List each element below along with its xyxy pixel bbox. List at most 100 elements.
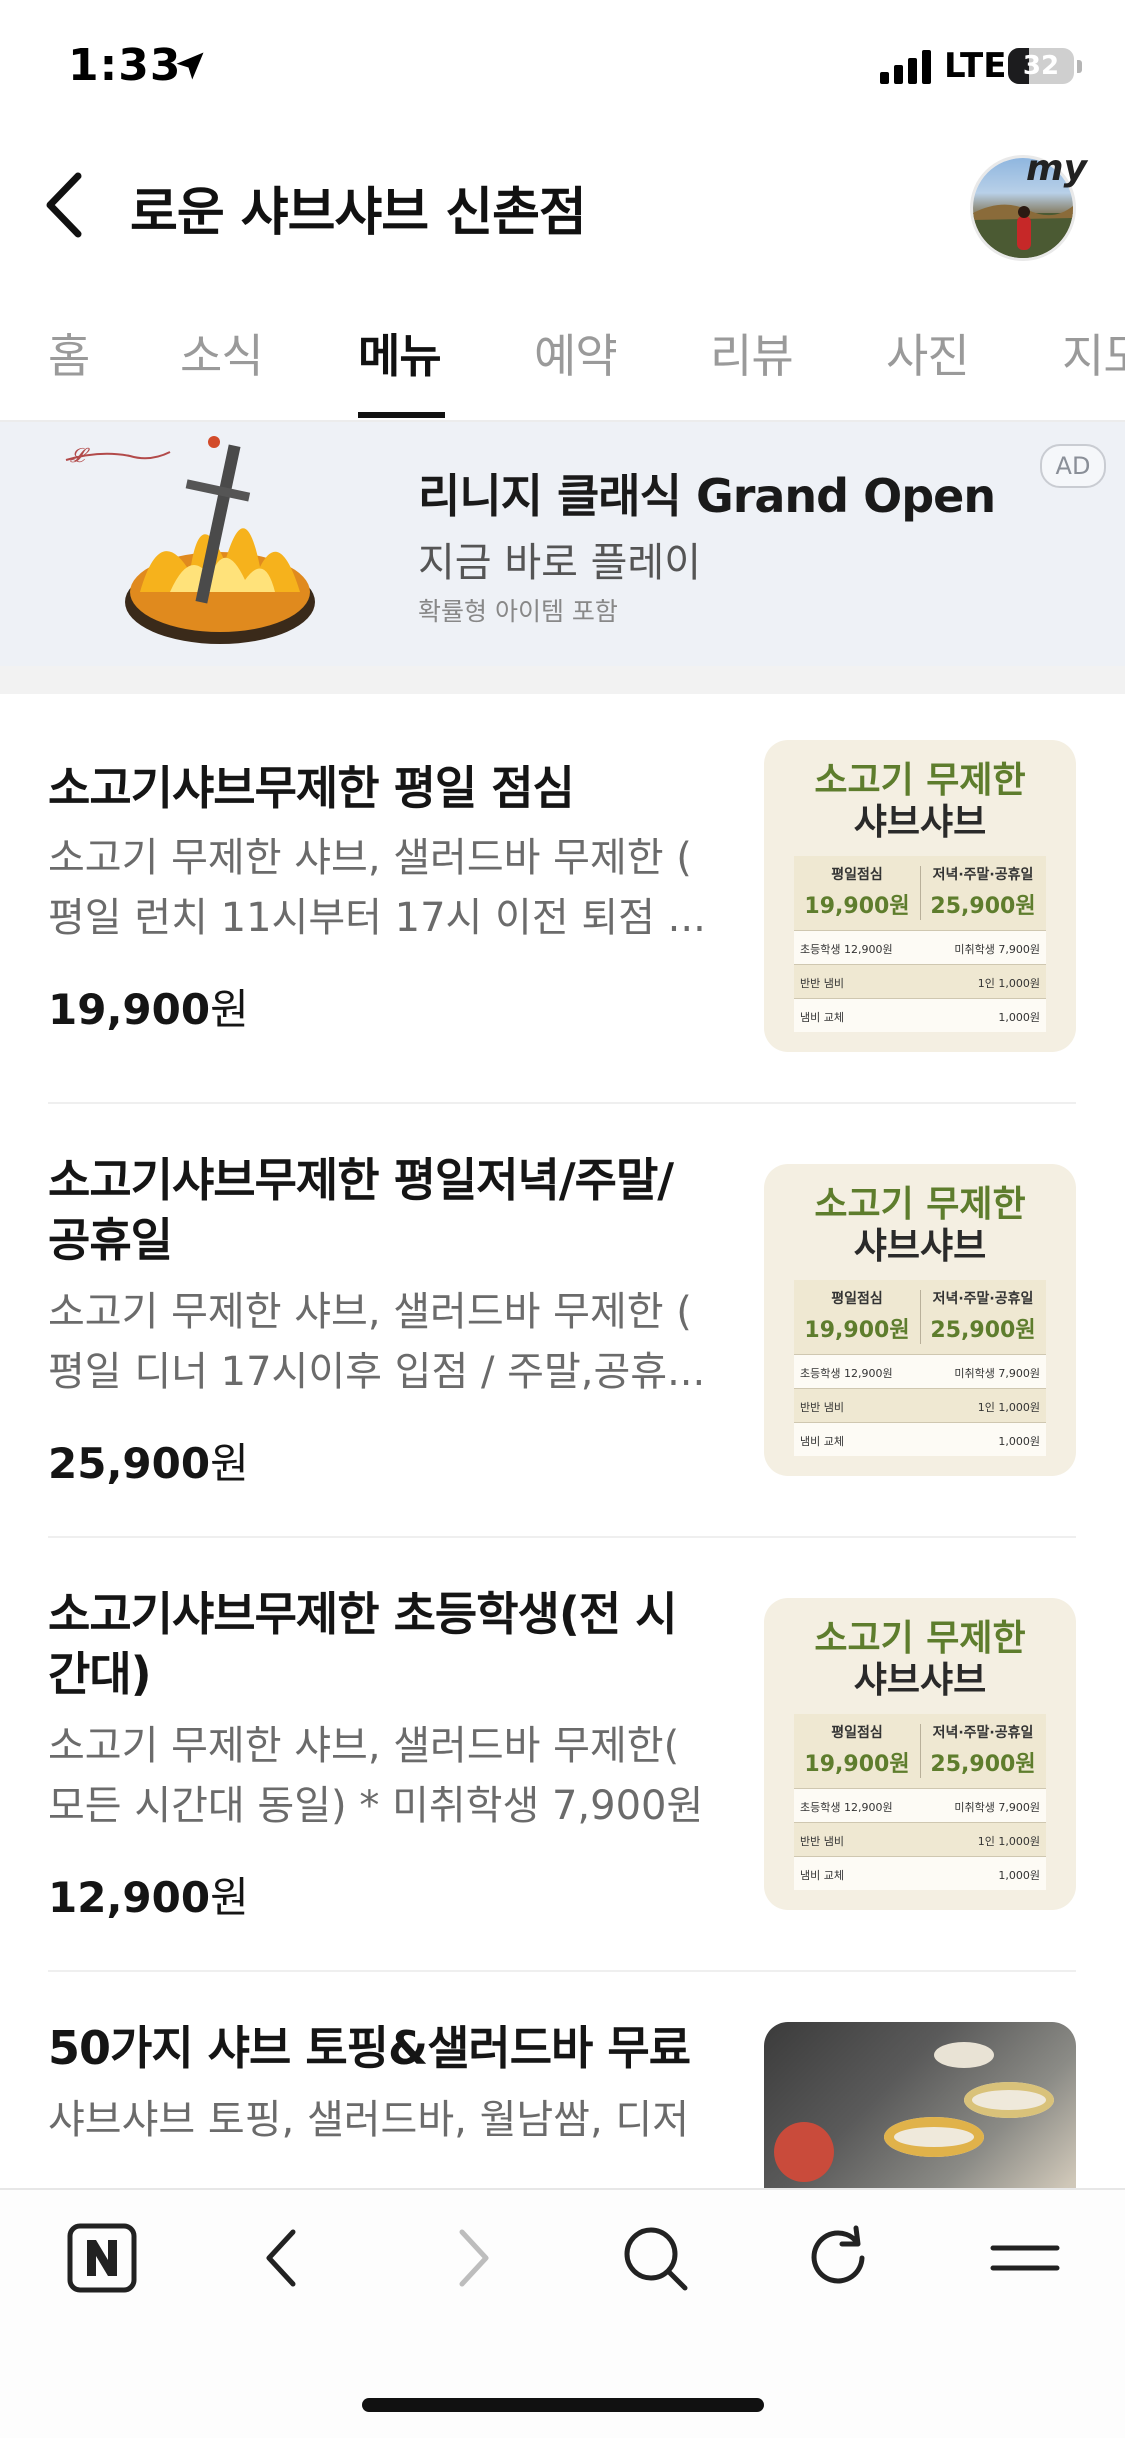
status-bar: 1:33 LTE 32 [0,0,1125,140]
menu-name: 소고기샤브무제한 평일저녁/주말/ [48,1153,674,1207]
menu-desc: 소고기 무제한 샤브, 샐러드바 무제한 ( [48,835,692,881]
price-value: 19,900 [48,985,211,1034]
photo-detail [964,2082,1054,2118]
poster-subtitle: 샤브샤브 [853,1660,987,1701]
menu-thumbnail[interactable]: 소고기 무제한 샤브샤브 평일점심 저녁·주말·공휴일 19,900원 25,9… [764,1598,1076,1910]
signal-bars-icon [880,50,931,84]
menu-thumbnail[interactable]: 소고기 무제한 샤브샤브 평일점심 저녁·주말·공휴일 19,900원 25,9… [764,740,1076,1052]
avatar-badge: my [1026,148,1087,189]
poster-row-label: 반반 냄비 [800,1401,844,1414]
poster-row: 냄비 교체 1,000원 [794,998,1046,1033]
poster-head: 평일점심 저녁·주말·공휴일 19,900원 25,900원 [794,856,1046,930]
status-time: 1:33 [68,40,182,91]
ad-image: 𝓛 [65,436,315,644]
poster-row-label: 반반 냄비 [800,1835,844,1848]
menu-desc: 모든 시간대 동일) * 미취학생 7,900원 [48,1783,704,1829]
price-value: 12,900 [48,1873,211,1922]
price-currency: 원 [210,1439,249,1488]
menu-desc: 소고기 무제한 샤브, 샐러드바 무제한( [48,1723,680,1769]
price-currency: 원 [210,985,249,1034]
poster-row: 반반 냄비 1인 1,000원 [794,1388,1046,1423]
menu-desc: 평일 런치 11시부터 17시 이전 퇴점 ... [48,895,706,941]
poster-col-a-label: 평일점심 [831,1725,883,1741]
poster-col-b-price: 25,900원 [930,1752,1036,1777]
poster-row-label: 냄비 교체 [800,1011,844,1024]
search-icon[interactable] [615,2218,695,2298]
reload-icon[interactable] [800,2218,880,2298]
poster-title: 소고기 무제한 [814,1618,1026,1659]
battery-level: 32 [1022,51,1060,81]
hamburger-menu-icon[interactable] [985,2218,1065,2298]
poster-col-b-price: 25,900원 [930,1318,1036,1343]
tab-review[interactable]: 리뷰 [710,320,794,386]
price-currency: 원 [210,1873,249,1922]
ad-subtitle: 지금 바로 플레이 [418,540,702,586]
ad-note: 확률형 아이템 포함 [418,597,618,626]
poster-price-table: 평일점심 저녁·주말·공휴일 19,900원 25,900원 초등학생 12,9… [794,1714,1046,1890]
back-nav-button[interactable] [245,2218,325,2298]
photo-detail [884,2117,984,2157]
page-title: 로운 샤브샤브 신촌점 [130,183,587,243]
poster-head: 평일점심 저녁·주말·공휴일 19,900원 25,900원 [794,1280,1046,1354]
ad-title: 리니지 클래식 Grand Open [418,469,996,523]
poster-row: 반반 냄비 1인 1,000원 [794,1822,1046,1857]
poster-row-label: 냄비 교체 [800,1869,844,1882]
tab-news[interactable]: 소식 [180,320,264,386]
poster-separator [920,1290,921,1344]
poster-col-b-label: 저녁·주말·공휴일 [932,1725,1034,1741]
poster-row-label: 반반 냄비 [800,977,844,990]
forward-nav-button[interactable] [430,2218,510,2298]
menu-price: 19,900원 [48,976,249,1037]
poster-row: 초등학생 12,900원 미취학생 7,900원 [794,1788,1046,1823]
menu-thumbnail[interactable] [764,2022,1076,2188]
ad-badge[interactable]: AD [1040,444,1106,488]
poster-row-value: 1,000원 [998,1011,1040,1024]
poster-row-value: 1인 1,000원 [977,1401,1040,1414]
battery-cap [1077,60,1082,73]
menu-item[interactable]: 50가지 샤브 토핑&샐러드바 무료 샤브샤브 토핑, 샐러드바, 월남쌈, 디… [0,1972,1125,2188]
poster-row: 냄비 교체 1,000원 [794,1422,1046,1457]
menu-item[interactable]: 소고기샤브무제한 초등학생(전 시 간대) 소고기 무제한 샤브, 샐러드바 무… [0,1538,1125,1970]
poster-row-label: 초등학생 12,900원 [800,943,893,956]
poster-row-value: 1,000원 [998,1435,1040,1448]
menu-item[interactable]: 소고기샤브무제한 평일저녁/주말/ 공휴일 소고기 무제한 샤브, 샐러드바 무… [0,1104,1125,1536]
tab-menu[interactable]: 메뉴 [358,320,442,386]
menu-name: 간대) [48,1647,152,1701]
poster-row-value: 1,000원 [998,1869,1040,1882]
tab-photo[interactable]: 사진 [886,320,970,386]
poster-col-b-price: 25,900원 [930,894,1036,919]
home-indicator [362,2398,764,2412]
menu-name: 소고기샤브무제한 평일 점심 [48,761,575,815]
menu-name: 50가지 샤브 토핑&샐러드바 무료 [48,2021,691,2075]
poster-row: 반반 냄비 1인 1,000원 [794,964,1046,999]
menu-desc: 소고기 무제한 샤브, 샐러드바 무제한 ( [48,1289,692,1335]
poster-price-table: 평일점심 저녁·주말·공휴일 19,900원 25,900원 초등학생 12,9… [794,1280,1046,1456]
poster-row-value: 미취학생 7,900원 [954,1367,1040,1380]
poster-col-b-label: 저녁·주말·공휴일 [932,867,1034,883]
poster-col-a-label: 평일점심 [831,867,883,883]
back-button[interactable] [38,168,94,242]
menu-item[interactable]: 소고기샤브무제한 평일 점심 소고기 무제한 샤브, 샐러드바 무제한 ( 평일… [0,694,1125,1104]
tab-map[interactable]: 지도 [1062,320,1125,386]
poster-title: 소고기 무제한 [814,760,1026,801]
menu-thumbnail[interactable]: 소고기 무제한 샤브샤브 평일점심 저녁·주말·공휴일 19,900원 25,9… [764,1164,1076,1476]
tab-bar: 홈 소식 메뉴 예약 리뷰 사진 지도 [0,300,1125,420]
poster-title: 소고기 무제한 [814,1184,1026,1225]
poster-subtitle: 샤브샤브 [853,1226,987,1267]
active-tab-indicator [358,412,445,418]
battery-icon: 32 [1008,48,1074,84]
menu-name: 공휴일 [48,1213,173,1267]
price-value: 25,900 [48,1439,211,1488]
tab-home[interactable]: 홈 [48,320,90,386]
poster-row-value: 1인 1,000원 [977,977,1040,990]
poster-row-label: 초등학생 12,900원 [800,1367,893,1380]
menu-desc: 샤브샤브 토핑, 샐러드바, 월남쌈, 디저 [48,2097,690,2143]
poster-row: 냄비 교체 1,000원 [794,1856,1046,1891]
tab-reservation[interactable]: 예약 [534,320,618,386]
poster-price-table: 평일점심 저녁·주말·공휴일 19,900원 25,900원 초등학생 12,9… [794,856,1046,1032]
poster-row-label: 냄비 교체 [800,1435,844,1448]
poster-row-label: 초등학생 12,900원 [800,1801,893,1814]
naver-n-icon[interactable] [62,2218,142,2298]
poster-subtitle: 샤브샤브 [853,802,987,843]
poster-col-b-label: 저녁·주말·공휴일 [932,1291,1034,1307]
